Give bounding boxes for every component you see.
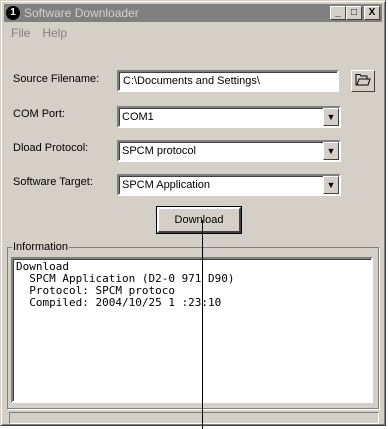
dload-protocol-label: Dload Protocol: xyxy=(13,142,89,154)
maximize-button[interactable]: □ xyxy=(346,6,362,20)
dropdown-arrow-icon[interactable]: ▼ xyxy=(323,108,339,126)
window-title: Software Downloader xyxy=(24,6,139,20)
software-target-select[interactable]: SPCM Application ▼ xyxy=(117,174,341,196)
com-port-value: COM1 xyxy=(122,111,154,123)
app-icon[interactable]: 1 xyxy=(6,6,20,20)
dropdown-arrow-icon[interactable]: ▼ xyxy=(323,142,339,160)
information-log[interactable]: Download SPCM Application (D2-0 971 D90)… xyxy=(11,257,373,403)
folder-open-icon xyxy=(355,73,371,89)
title-bar[interactable]: 1 Software Downloader _ □ X xyxy=(4,4,382,22)
app-window: 1 Software Downloader _ □ X File Help So… xyxy=(0,0,386,426)
software-target-label: Software Target: xyxy=(13,176,93,188)
menu-file[interactable]: File xyxy=(5,26,36,40)
com-port-label: COM Port: xyxy=(13,108,65,120)
source-filename-input[interactable]: C:\Documents and Settings\ xyxy=(117,70,339,92)
information-group: Information Download SPCM Application (D… xyxy=(7,241,379,409)
close-button[interactable]: X xyxy=(364,6,380,20)
source-filename-label: Source Filename: xyxy=(13,73,100,85)
status-bar xyxy=(9,412,379,424)
log-line: Compiled: 2004/10/25 1 :23:10 xyxy=(16,296,222,309)
dload-protocol-select[interactable]: SPCM protocol ▼ xyxy=(117,140,341,162)
com-port-select[interactable]: COM1 ▼ xyxy=(117,106,341,128)
dload-protocol-value: SPCM protocol xyxy=(122,145,196,157)
menu-help[interactable]: Help xyxy=(36,26,73,40)
callout-pointer-line xyxy=(202,220,203,429)
dropdown-arrow-icon[interactable]: ▼ xyxy=(323,176,339,194)
software-target-value: SPCM Application xyxy=(122,179,211,191)
browse-button[interactable] xyxy=(351,70,375,92)
minimize-button[interactable]: _ xyxy=(330,6,346,20)
menu-bar: File Help xyxy=(5,24,73,42)
information-label: Information xyxy=(12,241,70,253)
download-button[interactable]: Download xyxy=(156,206,242,234)
